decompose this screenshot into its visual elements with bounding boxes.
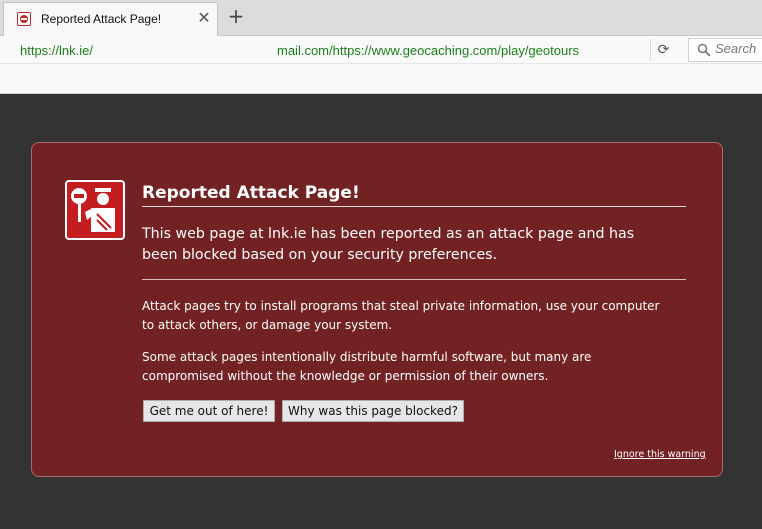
page-content: Reported Attack Page! This web page at l… xyxy=(0,94,762,529)
tab-title: Reported Attack Page! xyxy=(41,12,162,26)
warning-summary: This web page at lnk.ie has been reporte… xyxy=(142,226,635,263)
ignore-warning-link[interactable]: Ignore this warning xyxy=(614,449,706,460)
attack-warning-panel: Reported Attack Page! This web page at l… xyxy=(31,142,723,477)
new-tab-button[interactable]: + xyxy=(226,4,246,28)
search-icon xyxy=(697,43,711,57)
url-text-end: mail.com/https://www.geocaching.com/play… xyxy=(277,43,580,58)
warning-detail-2: Some attack pages intentionally distribu… xyxy=(142,350,592,383)
navigation-bar: https://lnk.ie/ mail.com/https://www.geo… xyxy=(0,36,762,64)
search-box[interactable] xyxy=(688,38,762,62)
toolbar-strip xyxy=(0,64,762,94)
why-blocked-button[interactable]: Why was this page blocked? xyxy=(282,400,464,422)
security-guard-icon-graphic xyxy=(71,188,115,232)
get-me-out-button[interactable]: Get me out of here! xyxy=(143,400,275,422)
reload-icon[interactable]: ⟳ xyxy=(650,39,676,61)
divider xyxy=(142,279,686,280)
warning-detail-1: Attack pages try to install programs tha… xyxy=(142,299,660,332)
blocked-site-icon xyxy=(17,12,31,26)
tab-strip: Reported Attack Page! ✕ + xyxy=(0,0,762,36)
page-title: Reported Attack Page! xyxy=(142,183,686,207)
search-input[interactable] xyxy=(715,41,761,56)
url-text-start: https://lnk.ie/ xyxy=(20,43,93,58)
security-guard-icon xyxy=(65,180,125,240)
close-tab-icon[interactable]: ✕ xyxy=(195,9,213,27)
tab-reported-attack-page[interactable]: Reported Attack Page! ✕ xyxy=(3,2,218,36)
url-bar[interactable]: https://lnk.ie/ mail.com/https://www.geo… xyxy=(18,39,648,61)
